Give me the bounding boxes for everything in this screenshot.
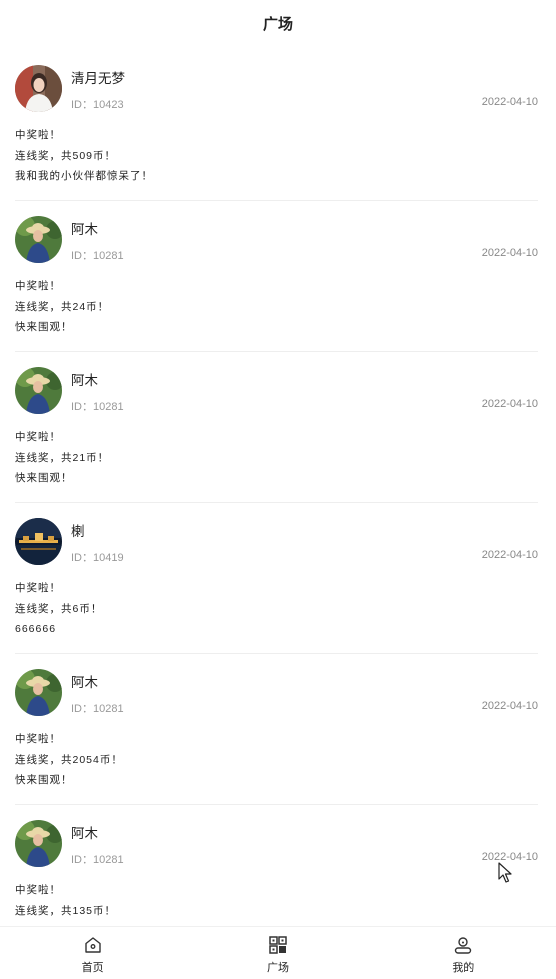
post-line: 中奖啦！ (15, 582, 61, 594)
home-icon (84, 937, 101, 953)
post-content: 中奖啦！ 连线奖，共24币！ 快来围观！ (15, 276, 538, 338)
post-line: 快来围观！ (15, 774, 73, 786)
post-content: 中奖啦！ 连线奖，共509币！ 我和我的小伙伴都惊呆了！ (15, 125, 538, 187)
post-line: 连线奖，共509币！ (15, 149, 117, 162)
user-id: ID：10419 (71, 552, 124, 564)
post-line: 连线奖，共2054币！ (15, 753, 123, 766)
post-card[interactable]: 阿木 ID：10281 2022-04-10 中奖啦！ 连线奖，共135币！ 6… (15, 805, 538, 926)
post-line: 连线奖，共6币！ (15, 602, 103, 615)
post-content: 中奖啦！ 连线奖，共135币！ 666666 (15, 880, 538, 926)
post-line: 快来围观！ (15, 321, 73, 333)
post-card[interactable]: 清月无梦 ID：10423 2022-04-10 中奖啦！ 连线奖，共509币！… (15, 50, 538, 201)
username[interactable]: 清月无梦 (71, 67, 125, 87)
post-content: 中奖啦！ 连线奖，共6币！ 666666 (15, 578, 538, 640)
post-line: 连线奖，共135币！ (15, 904, 117, 917)
avatar[interactable] (15, 820, 62, 867)
username[interactable]: 阿木 (71, 671, 98, 691)
grid-icon (269, 936, 287, 954)
mouse-cursor-icon (498, 862, 512, 883)
post-card[interactable]: 楋 ID：10419 2022-04-10 中奖啦！ 连线奖，共6币！ 6666… (15, 503, 538, 654)
post-line: 中奖啦！ (15, 129, 61, 141)
post-content: 中奖啦！ 连线奖，共21币！ 快来围观！ (15, 427, 538, 489)
post-content: 中奖啦！ 连线奖，共2054币！ 快来围观！ (15, 729, 538, 791)
post-line: 我和我的小伙伴都惊呆了！ (15, 170, 153, 182)
post-line: 中奖啦！ (15, 884, 61, 896)
post-line: 中奖啦！ (15, 733, 61, 745)
post-card[interactable]: 阿木 ID：10281 2022-04-10 中奖啦！ 连线奖，共2054币！ … (15, 654, 538, 805)
avatar[interactable] (15, 216, 62, 263)
username[interactable]: 阿木 (71, 218, 98, 238)
user-id: ID：10281 (71, 250, 124, 262)
post-line: 中奖啦！ (15, 431, 61, 443)
avatar[interactable] (15, 669, 62, 716)
post-card[interactable]: 阿木 ID：10281 2022-04-10 中奖啦！ 连线奖，共21币！ 快来… (15, 352, 538, 503)
post-line: 快来围观！ (15, 472, 73, 484)
post-line: 连线奖，共24币！ (15, 300, 110, 313)
username[interactable]: 楋 (71, 520, 85, 540)
tab-label: 广场 (266, 962, 289, 974)
page-title: 广场 (0, 0, 556, 50)
post-date: 2022-04-10 (481, 549, 538, 561)
post-date: 2022-04-10 (481, 247, 538, 259)
avatar[interactable] (15, 65, 62, 112)
user-id: ID：10423 (71, 99, 124, 111)
user-id: ID：10281 (71, 703, 124, 715)
post-date: 2022-04-10 (481, 96, 538, 108)
post-line: 中奖啦！ (15, 280, 61, 292)
post-feed[interactable]: 清月无梦 ID：10423 2022-04-10 中奖啦！ 连线奖，共509币！… (0, 50, 556, 926)
post-line: 连线奖，共21币！ (15, 451, 110, 464)
tab-home[interactable]: 首页 (0, 927, 185, 979)
user-id: ID：10281 (71, 401, 124, 413)
post-date: 2022-04-10 (481, 700, 538, 712)
tab-plaza[interactable]: 广场 (185, 927, 370, 979)
username[interactable]: 阿木 (71, 822, 98, 842)
user-id: ID：10281 (71, 854, 124, 866)
post-card[interactable]: 阿木 ID：10281 2022-04-10 中奖啦！ 连线奖，共24币！ 快来… (15, 201, 538, 352)
post-line: 666666 (15, 623, 57, 635)
post-date: 2022-04-10 (481, 398, 538, 410)
user-icon (455, 937, 472, 954)
bottom-tab-bar: 首页 广场 我的 (0, 926, 556, 979)
avatar[interactable] (15, 367, 62, 414)
username[interactable]: 阿木 (71, 369, 98, 389)
tab-label: 首页 (81, 962, 104, 974)
tab-label: 我的 (452, 962, 475, 974)
avatar[interactable] (15, 518, 62, 565)
tab-mine[interactable]: 我的 (371, 927, 556, 979)
